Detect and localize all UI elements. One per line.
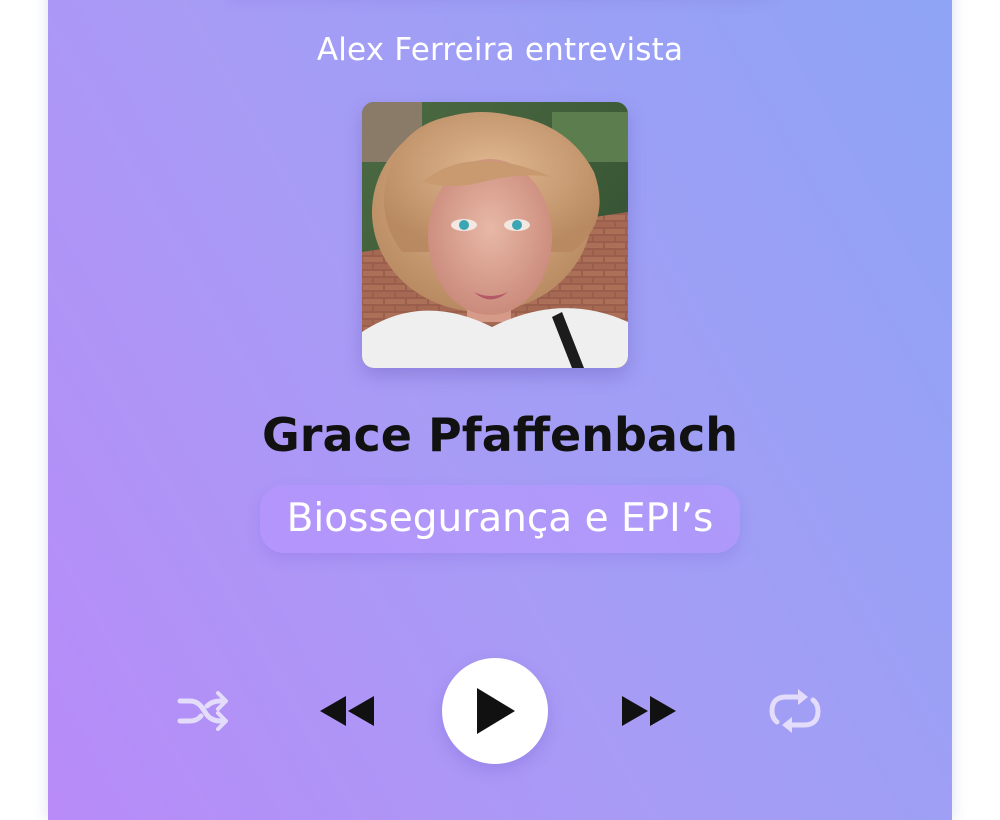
fast-forward-button[interactable] xyxy=(618,687,680,735)
repeat-button[interactable] xyxy=(764,685,826,737)
guest-name: Grace Pfaffenbach xyxy=(262,408,738,462)
rewind-icon xyxy=(320,696,374,726)
shuffle-icon xyxy=(177,691,228,731)
fast-forward-icon xyxy=(622,696,676,726)
topic-label: Biossegurança e EPI’s xyxy=(286,496,714,541)
player-card: Alex Ferreira entrevista Grace Pfaffenba… xyxy=(48,0,952,820)
play-button[interactable] xyxy=(442,658,548,764)
topic-badge: Biossegurança e EPI’s xyxy=(260,485,740,553)
play-icon xyxy=(477,688,515,734)
guest-portrait-image xyxy=(362,102,628,368)
shuffle-button[interactable] xyxy=(174,687,230,735)
guest-photo xyxy=(362,102,628,368)
repeat-icon xyxy=(769,689,821,733)
interview-subtitle: Alex Ferreira entrevista xyxy=(316,32,684,68)
rewind-button[interactable] xyxy=(316,687,378,735)
